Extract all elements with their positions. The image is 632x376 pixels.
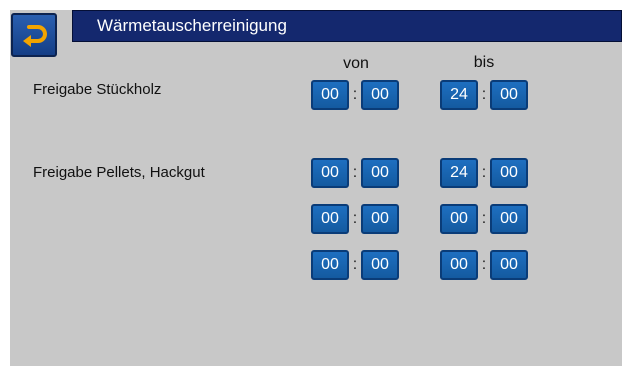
time-from-minutes-field[interactable]: 00 xyxy=(361,204,399,234)
time-to-hours-field[interactable]: 24 xyxy=(440,80,478,110)
screen-panel xyxy=(10,10,622,366)
time-separator: : xyxy=(481,210,487,227)
time-separator: : xyxy=(481,164,487,181)
time-to-minutes-field[interactable]: 00 xyxy=(490,204,528,234)
time-to-minutes-field[interactable]: 00 xyxy=(490,250,528,280)
time-to-minutes-field[interactable]: 00 xyxy=(490,80,528,110)
time-from-hours-field[interactable]: 00 xyxy=(311,204,349,234)
column-header-to: bis xyxy=(473,54,495,71)
time-to-hours-field[interactable]: 24 xyxy=(440,158,478,188)
back-arrow-icon xyxy=(23,25,47,47)
time-separator: : xyxy=(352,86,358,103)
time-separator: : xyxy=(481,256,487,273)
time-from-hours-field[interactable]: 00 xyxy=(311,158,349,188)
time-separator: : xyxy=(481,86,487,103)
time-to-hours-field[interactable]: 00 xyxy=(440,204,478,234)
time-to-minutes-field[interactable]: 00 xyxy=(490,158,528,188)
time-from-hours-field[interactable]: 00 xyxy=(311,250,349,280)
page-title: Wärmetauscherreinigung xyxy=(97,16,287,35)
time-to-hours-field[interactable]: 00 xyxy=(440,250,478,280)
time-separator: : xyxy=(352,256,358,273)
time-separator: : xyxy=(352,210,358,227)
row-label-stueckholz: Freigabe Stückholz xyxy=(33,81,162,98)
time-from-minutes-field[interactable]: 00 xyxy=(361,80,399,110)
time-from-hours-field[interactable]: 00 xyxy=(311,80,349,110)
row-label-pellets-hackgut: Freigabe Pellets, Hackgut xyxy=(33,164,205,181)
time-from-minutes-field[interactable]: 00 xyxy=(361,158,399,188)
time-from-minutes-field[interactable]: 00 xyxy=(361,250,399,280)
back-button[interactable] xyxy=(11,13,57,57)
time-separator: : xyxy=(352,164,358,181)
title-bar: Wärmetauscherreinigung xyxy=(72,10,622,42)
column-header-from: von xyxy=(343,55,369,72)
